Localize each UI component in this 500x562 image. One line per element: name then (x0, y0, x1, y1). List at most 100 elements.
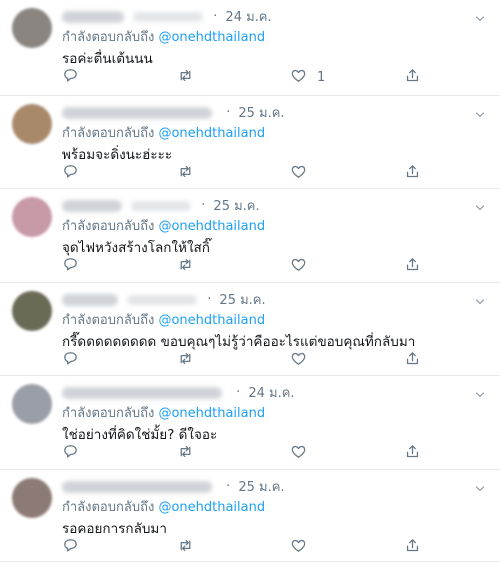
tweet-actions (62, 162, 482, 186)
chevron-down-icon[interactable] (474, 293, 486, 305)
timestamp[interactable]: 24 ม.ค. (225, 10, 271, 25)
reply-button[interactable] (62, 164, 79, 182)
tweet-item[interactable]: · 25 ม.ค. กำลังตอบกลับถึง @onehdthailand… (0, 283, 500, 376)
reply-icon (62, 256, 79, 277)
share-button[interactable] (404, 164, 421, 182)
display-name-redacted[interactable] (62, 293, 118, 306)
chevron-down-icon[interactable] (474, 10, 486, 22)
tweet-header: · 25 ม.ค. (62, 195, 260, 215)
tweet-actions (62, 536, 482, 560)
like-button[interactable] (290, 444, 317, 462)
replying-to: กำลังตอบกลับถึง @onehdthailand (62, 402, 265, 423)
avatar[interactable] (12, 291, 52, 331)
heart-icon (290, 163, 307, 184)
handle-redacted (127, 294, 198, 305)
replying-to: กำลังตอบกลับถึง @onehdthailand (62, 26, 265, 47)
reply-icon (62, 537, 79, 558)
chevron-down-icon[interactable] (474, 199, 486, 211)
retweet-button[interactable] (177, 257, 194, 275)
display-name-redacted[interactable] (62, 10, 124, 23)
retweet-icon (177, 163, 194, 184)
chevron-down-icon[interactable] (474, 480, 486, 492)
mention-link[interactable]: @onehdthailand (158, 313, 265, 328)
replying-to-label: กำลังตอบกลับถึง (62, 126, 155, 141)
replying-to-label: กำลังตอบกลับถึง (62, 406, 155, 421)
tweet-item[interactable]: · 25 ม.ค. กำลังตอบกลับถึง @onehdthailand… (0, 96, 500, 189)
share-button[interactable] (404, 538, 421, 556)
separator-dot: · (201, 198, 206, 213)
reply-button[interactable] (62, 538, 79, 556)
display-name-redacted[interactable] (62, 199, 122, 212)
share-icon (404, 256, 421, 277)
display-name-redacted[interactable] (62, 106, 212, 119)
mention-link[interactable]: @onehdthailand (158, 406, 265, 421)
tweet-item[interactable]: · 25 ม.ค. กำลังตอบกลับถึง @onehdthailand… (0, 470, 500, 562)
reply-button[interactable] (62, 68, 79, 86)
mention-link[interactable]: @onehdthailand (158, 126, 265, 141)
share-icon (404, 537, 421, 558)
tweet-item[interactable]: · 24 ม.ค. กำลังตอบกลับถึง @onehdthailand… (0, 0, 500, 96)
retweet-button[interactable] (177, 444, 194, 462)
display-name-redacted[interactable] (62, 480, 212, 493)
like-button[interactable] (290, 351, 317, 369)
tweet-header: · 24 ม.ค. (62, 382, 295, 402)
like-button[interactable] (290, 538, 317, 556)
tweet-actions (62, 349, 482, 373)
share-button[interactable] (404, 68, 421, 86)
heart-icon (290, 256, 307, 277)
avatar[interactable] (12, 197, 52, 237)
retweet-button[interactable] (177, 164, 194, 182)
mention-link[interactable]: @onehdthailand (158, 219, 265, 234)
like-button[interactable] (290, 164, 317, 182)
replying-to: กำลังตอบกลับถึง @onehdthailand (62, 496, 265, 517)
like-button[interactable] (290, 257, 317, 275)
handle-redacted (133, 11, 204, 22)
tweet-header: · 25 ม.ค. (62, 289, 266, 309)
separator-dot: · (236, 385, 241, 400)
mention-link[interactable]: @onehdthailand (158, 30, 265, 45)
heart-icon (290, 67, 307, 88)
reply-icon (62, 67, 79, 88)
timestamp[interactable]: 25 ม.ค. (238, 480, 284, 495)
separator-dot: · (226, 479, 231, 494)
share-button[interactable] (404, 257, 421, 275)
avatar[interactable] (12, 8, 52, 48)
avatar[interactable] (12, 104, 52, 144)
retweet-icon (177, 443, 194, 464)
retweet-button[interactable] (177, 351, 194, 369)
tweet-item[interactable]: · 25 ม.ค. กำลังตอบกลับถึง @onehdthailand… (0, 189, 500, 283)
tweet-item[interactable]: · 24 ม.ค. กำลังตอบกลับถึง @onehdthailand… (0, 376, 500, 470)
reply-icon (62, 443, 79, 464)
reply-button[interactable] (62, 444, 79, 462)
replying-to-label: กำลังตอบกลับถึง (62, 30, 155, 45)
retweet-button[interactable] (177, 538, 194, 556)
share-icon (404, 163, 421, 184)
share-button[interactable] (404, 444, 421, 462)
chevron-down-icon[interactable] (474, 386, 486, 398)
reply-feed: · 24 ม.ค. กำลังตอบกลับถึง @onehdthailand… (0, 0, 500, 562)
tweet-actions: 1 (62, 66, 482, 90)
display-name-redacted[interactable] (62, 386, 222, 399)
reply-button[interactable] (62, 257, 79, 275)
avatar[interactable] (12, 384, 52, 424)
replying-to: กำลังตอบกลับถึง @onehdthailand (62, 122, 265, 143)
tweet-header: · 24 ม.ค. (62, 6, 272, 26)
tweet-actions (62, 255, 482, 279)
tweet-header: · 25 ม.ค. (62, 476, 285, 496)
mention-link[interactable]: @onehdthailand (158, 500, 265, 515)
handle-redacted (131, 200, 192, 211)
like-button[interactable]: 1 (290, 68, 325, 86)
chevron-down-icon[interactable] (474, 106, 486, 118)
heart-icon (290, 443, 307, 464)
separator-dot: · (213, 9, 218, 24)
timestamp[interactable]: 25 ม.ค. (219, 293, 265, 308)
replying-to-label: กำลังตอบกลับถึง (62, 313, 155, 328)
timestamp[interactable]: 25 ม.ค. (213, 199, 259, 214)
retweet-icon (177, 256, 194, 277)
timestamp[interactable]: 24 ม.ค. (248, 386, 294, 401)
retweet-button[interactable] (177, 68, 194, 86)
avatar[interactable] (12, 478, 52, 518)
share-button[interactable] (404, 351, 421, 369)
timestamp[interactable]: 25 ม.ค. (238, 106, 284, 121)
reply-button[interactable] (62, 351, 79, 369)
